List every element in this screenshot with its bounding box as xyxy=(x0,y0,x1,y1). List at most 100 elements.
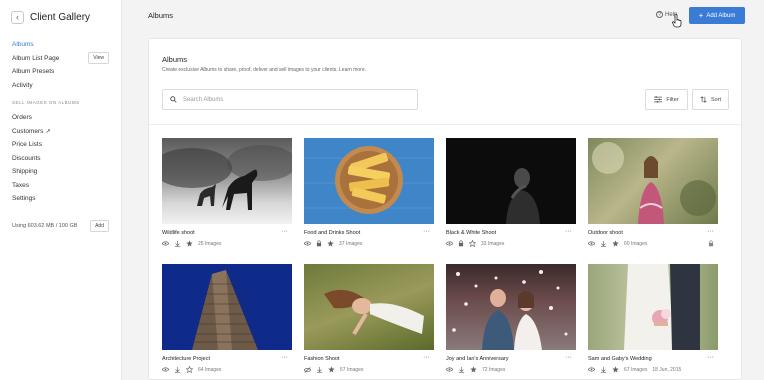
eye-icon xyxy=(588,367,595,372)
architecture-image xyxy=(192,270,258,350)
album-thumbnail[interactable] xyxy=(304,264,434,350)
sidebar-item-label: Activity xyxy=(12,81,33,89)
storage-usage: Using 603.62 MB / 100 GB Add xyxy=(0,219,121,232)
album-meta: 37 Images xyxy=(304,240,434,247)
sidebar-item-orders[interactable]: Orders xyxy=(0,111,121,125)
album-thumbnail[interactable] xyxy=(588,138,718,224)
more-options-icon[interactable]: ··· xyxy=(281,354,288,362)
panel-title: Albums xyxy=(162,55,188,64)
album-card[interactable]: Sam and Gaby's Wedding ··· 67 Images 18 J… xyxy=(588,264,718,373)
sidebar-item-customers[interactable]: Customers ↗ xyxy=(0,125,121,139)
eye-off-icon xyxy=(304,366,311,373)
download-icon xyxy=(174,366,181,373)
album-meta: 64 Images xyxy=(162,366,292,373)
plus-icon: + xyxy=(698,11,704,20)
download-icon xyxy=(316,366,323,373)
sidebar-item-label: Customers xyxy=(12,127,44,135)
album-title: Joy and Ian's Anniversary xyxy=(446,356,509,362)
sidebar-item-label: Taxes xyxy=(12,181,29,189)
star-icon xyxy=(612,240,619,247)
sort-button[interactable]: Sort xyxy=(692,89,729,110)
album-card[interactable]: Black & White Shoot ··· 33 Images xyxy=(446,138,576,247)
sidebar-item-settings[interactable]: Settings xyxy=(0,192,121,206)
view-button[interactable]: View xyxy=(88,52,109,65)
album-card[interactable]: Joy and Ian's Anniversary ··· 72 Images xyxy=(446,264,576,373)
album-thumbnail[interactable] xyxy=(162,138,292,224)
more-options-icon[interactable]: ··· xyxy=(707,354,714,362)
lock-icon xyxy=(708,240,714,247)
star-icon xyxy=(186,240,193,247)
album-thumbnail[interactable] xyxy=(304,138,434,224)
filter-button[interactable]: Filter xyxy=(645,89,688,110)
hand-cursor-icon xyxy=(672,14,682,28)
album-title: Sam and Gaby's Wedding xyxy=(588,356,652,362)
album-meta: 57 Images xyxy=(304,366,434,373)
album-card[interactable]: Outdoor shoot ··· 60 Images xyxy=(588,138,718,247)
album-card[interactable]: Fashion Shoot ··· 57 Images xyxy=(304,264,434,373)
image-count: 33 Images xyxy=(481,240,505,247)
sidebar-item-album-list-page[interactable]: Album List Page View xyxy=(0,52,121,66)
help-icon: ? xyxy=(656,11,663,18)
chevron-left-icon: ‹ xyxy=(16,11,19,22)
sidebar-item-albums[interactable]: Albums xyxy=(0,38,121,52)
star-icon xyxy=(327,240,334,247)
anniversary-image xyxy=(452,270,568,350)
sidebar-item-shipping[interactable]: Shipping xyxy=(0,165,121,179)
eye-icon xyxy=(162,241,169,246)
lock-icon xyxy=(316,240,322,247)
album-thumbnail[interactable] xyxy=(446,264,576,350)
download-icon xyxy=(174,240,181,247)
album-card[interactable]: Food and Drinks Shoot ··· 37 Images xyxy=(304,138,434,247)
more-options-icon[interactable]: ··· xyxy=(565,354,572,362)
sort-label: Sort xyxy=(710,96,722,103)
album-card[interactable]: Architecture Project ··· 64 Images xyxy=(162,264,292,373)
sidebar-item-label: Albums xyxy=(12,41,34,49)
image-count: 25 Images xyxy=(198,240,222,247)
fashion-image xyxy=(324,289,424,336)
more-options-icon[interactable]: ··· xyxy=(565,228,572,236)
lock-icon xyxy=(458,240,464,247)
sidebar-title: Client Gallery xyxy=(30,11,91,23)
album-thumbnail[interactable] xyxy=(588,264,718,350)
album-thumbnail[interactable] xyxy=(446,138,576,224)
filter-label: Filter xyxy=(666,96,679,103)
sidebar-item-label: Album List Page xyxy=(12,54,60,62)
sidebar-item-label: Discounts xyxy=(12,154,41,162)
album-title: Architecture Project xyxy=(162,356,210,362)
more-options-icon[interactable]: ··· xyxy=(423,228,430,236)
star-outline-icon xyxy=(469,240,476,247)
add-album-button[interactable]: + Add Album xyxy=(689,7,745,24)
more-options-icon[interactable]: ··· xyxy=(423,354,430,362)
eye-icon xyxy=(162,367,169,372)
image-count: 57 Images xyxy=(340,366,364,373)
sidebar-section-label: SELL IMAGES ON ALBUMS xyxy=(12,100,80,105)
album-date: 18 Jun, 2015 xyxy=(652,366,682,373)
star-icon xyxy=(612,366,619,373)
sidebar-item-label: Album Presets xyxy=(12,68,55,76)
more-options-icon[interactable]: ··· xyxy=(707,228,714,236)
horses-image xyxy=(162,145,292,210)
download-icon xyxy=(600,240,607,247)
image-count: 37 Images xyxy=(339,240,363,247)
sidebar-header: ‹ Client Gallery xyxy=(0,0,121,34)
food-image xyxy=(304,146,434,214)
black-white-image xyxy=(506,168,540,224)
sidebar-item-label: Shipping xyxy=(12,168,38,176)
sidebar-item-album-presets[interactable]: Album Presets xyxy=(0,65,121,79)
sidebar-item-taxes[interactable]: Taxes xyxy=(0,179,121,193)
storage-text: Using 603.62 MB / 100 GB xyxy=(12,222,78,229)
search-input[interactable]: Search Albums xyxy=(162,89,418,110)
album-card[interactable]: Wildlife shoot ··· 25 Images xyxy=(162,138,292,247)
sidebar-item-activity[interactable]: Activity xyxy=(0,79,121,93)
add-album-label: Add Album xyxy=(706,12,736,19)
add-storage-button[interactable]: Add xyxy=(90,219,109,232)
sidebar-item-price-lists[interactable]: Price Lists xyxy=(0,138,121,152)
sidebar-item-discounts[interactable]: Discounts xyxy=(0,152,121,166)
album-title: Fashion Shoot xyxy=(304,356,340,362)
back-button[interactable]: ‹ xyxy=(11,10,24,24)
sidebar-item-label: Settings xyxy=(12,195,36,203)
image-count: 64 Images xyxy=(198,366,222,373)
album-thumbnail[interactable] xyxy=(162,264,292,350)
more-options-icon[interactable]: ··· xyxy=(281,228,288,236)
panel-subtitle: Create exclusive Albums to share, proof,… xyxy=(162,67,366,73)
